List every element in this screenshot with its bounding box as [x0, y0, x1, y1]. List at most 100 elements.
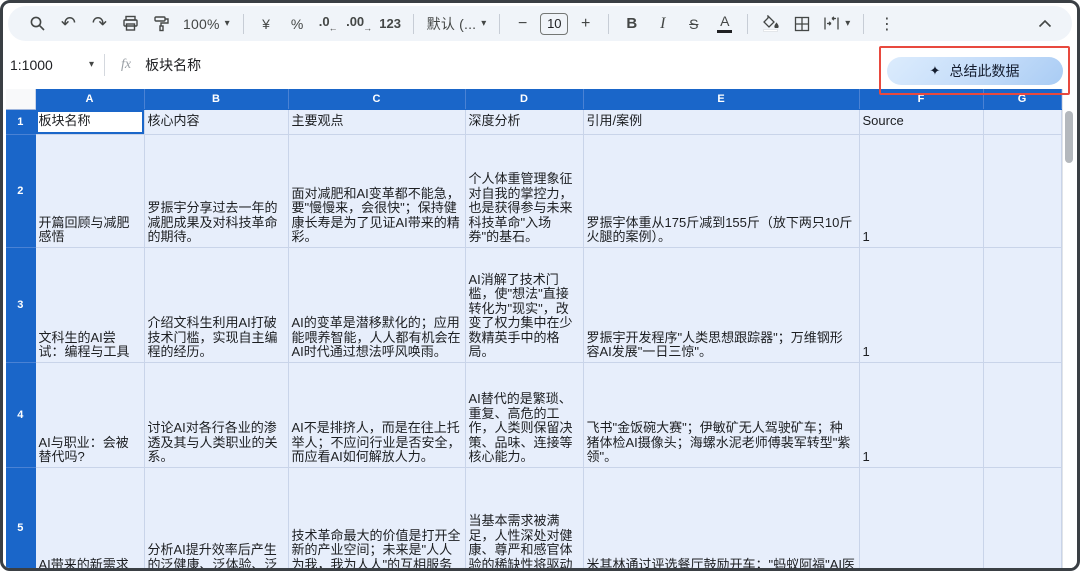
cell-e5[interactable]: 米其林通过评选餐厅鼓励开车；"蚂蚁阿福"AI医疗分身；牧民包虫病AI筛查项目。	[583, 467, 860, 568]
zoom-value: 100%	[183, 15, 220, 32]
more-options-icon[interactable]: ⋮	[873, 11, 900, 37]
cell-b1[interactable]: 核心内容	[144, 109, 289, 135]
summarize-data-button[interactable]: ✦ 总结此数据	[886, 56, 1063, 85]
cell-d3[interactable]: AI消解了技术门槛，使"想法"直接转化为"现实"，改变了权力集中在少数精英手中的…	[465, 247, 584, 363]
column-header-d[interactable]: D	[465, 89, 584, 110]
toolbar-divider	[242, 13, 244, 34]
column-header-e[interactable]: E	[583, 89, 860, 110]
row-header-3[interactable]: 3	[6, 247, 36, 363]
summarize-data-label: 总结此数据	[949, 62, 1020, 79]
name-box[interactable]: 1:1000 ▾	[6, 57, 102, 73]
font-size-input[interactable]: 10	[540, 12, 569, 35]
row-header-4[interactable]: 4	[6, 362, 36, 468]
toolbar-divider	[608, 13, 610, 34]
cell-b4[interactable]: 讨论AI对各行各业的渗透及其与人类职业的关系。	[144, 362, 289, 468]
cell-f4[interactable]: 1	[859, 362, 984, 468]
italic-button[interactable]: I	[649, 11, 676, 37]
table-row: 3 文科生的AI尝试：编程与工具 介绍文科生利用AI打破技术门槛，实现自主编程的…	[6, 247, 1062, 363]
left-arrow-icon: ←	[328, 23, 338, 33]
cell-c5[interactable]: 技术革命最大的价值是打开全新的产业空间；未来是"人人为我，我为人人"的互相服务社…	[288, 467, 466, 568]
formula-bar-divider	[104, 54, 105, 76]
column-header-a[interactable]: A	[35, 89, 145, 110]
vertical-scrollbar[interactable]	[1062, 89, 1074, 568]
decrease-font-size-button[interactable]: −	[509, 11, 536, 37]
cell-b5[interactable]: 分析AI提升效率后产生的泛健康、泛体验、泛学习等新产业空间。	[144, 467, 289, 568]
cell-e1[interactable]: 引用/案例	[583, 109, 860, 135]
sheet-grid: A B C D E F G 1 板块名称 核心内容 主要观点 深度分析 引用/案…	[6, 89, 1074, 568]
text-color-button[interactable]: A	[711, 11, 738, 37]
cell-d2[interactable]: 个人体重管理象征对自我的掌控力，也是获得参与未来科技革命"入场券"的基石。	[465, 134, 584, 248]
cell-f1[interactable]: Source	[859, 109, 984, 135]
collapse-toolbar-icon[interactable]	[1031, 11, 1058, 37]
row-header-2[interactable]: 2	[6, 134, 36, 248]
merge-cells-dropdown[interactable]: ▾	[819, 11, 854, 37]
zoom-dropdown[interactable]: 100% ▾	[179, 11, 234, 37]
row-header-5[interactable]: 5	[6, 467, 36, 568]
strikethrough-button[interactable]: S	[680, 11, 707, 37]
cell-a3[interactable]: 文科生的AI尝试：编程与工具	[35, 247, 145, 363]
select-all-corner[interactable]	[6, 89, 36, 110]
cell-e4[interactable]: 飞书"金饭碗大赛"；伊敏矿无人驾驶矿车；种猪体检AI摄像头；海螺水泥老师傅裴军转…	[583, 362, 860, 468]
table-row: 5 AI带来的新需求与未来机会 分析AI提升效率后产生的泛健康、泛体验、泛学习等…	[6, 467, 1062, 568]
cell-a5[interactable]: AI带来的新需求与未来机会	[35, 467, 145, 568]
increase-decimal-label: .00	[346, 14, 365, 29]
scrollbar-thumb[interactable]	[1065, 111, 1073, 163]
column-header-c[interactable]: C	[288, 89, 466, 110]
undo-icon[interactable]: ↶	[55, 11, 82, 37]
formula-input[interactable]: 板块名称	[145, 55, 201, 75]
cell-d4[interactable]: AI替代的是繁琐、重复、高危的工作，人类则保留决策、品味、连接等核心能力。	[465, 362, 584, 468]
font-family-dropdown[interactable]: 默认 (... ▾	[423, 11, 491, 37]
sparkle-icon: ✦	[929, 62, 941, 78]
borders-button[interactable]	[788, 11, 815, 37]
cell-e2[interactable]: 罗振宇体重从175斤减到155斤（放下两只10斤火腿的案例）。	[583, 134, 860, 248]
cell-c3[interactable]: AI的变革是潜移默化的；应用能喂养智能，人人都有机会在AI时代通过想法呼风唤雨。	[288, 247, 466, 363]
cell-d5[interactable]: 当基本需求被满足，人性深处对健康、尊严和感官体验的稀缺性将驱动新一轮经济爆发。	[465, 467, 584, 568]
text-color-swatch	[717, 30, 733, 33]
toolbar-divider	[412, 13, 414, 34]
number-format-button[interactable]: 123	[377, 11, 404, 37]
cell-a4[interactable]: AI与职业：会被替代吗?	[35, 362, 145, 468]
toolbar-divider	[863, 13, 865, 34]
cell-e3[interactable]: 罗振宇开发程序"人类思想跟踪器"；万维钢形容AI发展"一日三惊"。	[583, 247, 860, 363]
cell-a1[interactable]: 板块名称	[35, 109, 145, 135]
chevron-down-icon: ▾	[88, 59, 94, 70]
redo-icon[interactable]: ↷	[86, 11, 113, 37]
chevron-down-icon: ▾	[224, 17, 230, 29]
print-icon[interactable]	[117, 11, 144, 37]
toolbar: ↶ ↷ 100% ▾ ¥ % .0← .00→ 123 默认 (... ▾	[8, 6, 1072, 41]
toolbar-divider	[747, 13, 749, 34]
cell-c2[interactable]: 面对减肥和AI变革都不能急，要"慢慢来，会很快"；保持健康长寿是为了见证AI带来…	[288, 134, 466, 248]
cell-f5[interactable]: 1	[859, 467, 984, 568]
increase-font-size-button[interactable]: +	[572, 11, 599, 37]
cell-b3[interactable]: 介绍文科生利用AI打破技术门槛，实现自主编程的经历。	[144, 247, 289, 363]
currency-format-button[interactable]: ¥	[253, 11, 280, 37]
fill-color-swatch	[763, 29, 779, 32]
cell-g4[interactable]	[983, 362, 1062, 468]
increase-decimal-button[interactable]: .00 →	[346, 11, 373, 37]
cell-c4[interactable]: AI不是排挤人，而是在往上托举人；不应问行业是否安全，而应看AI如何解放人力。	[288, 362, 466, 468]
bold-button[interactable]: B	[618, 11, 645, 37]
column-header-b[interactable]: B	[144, 89, 289, 110]
cell-f2[interactable]: 1	[859, 134, 984, 248]
cell-a2[interactable]: 开篇回顾与减肥感悟	[35, 134, 145, 248]
cell-g1[interactable]	[983, 109, 1062, 135]
fill-color-button[interactable]	[757, 11, 784, 37]
percent-format-button[interactable]: %	[284, 11, 311, 37]
table-row: 2 开篇回顾与减肥感悟 罗振宇分享过去一年的减肥成果及对科技革命的期待。 面对减…	[6, 134, 1062, 248]
row-header-1[interactable]: 1	[6, 109, 36, 135]
cell-f3[interactable]: 1	[859, 247, 984, 363]
cell-g5[interactable]	[983, 467, 1062, 568]
search-icon[interactable]	[24, 11, 51, 37]
cell-g3[interactable]	[983, 247, 1062, 363]
cell-d1[interactable]: 深度分析	[465, 109, 584, 135]
font-family-value: 默认 (...	[426, 15, 477, 32]
function-icon: fx	[121, 57, 132, 72]
decrease-decimal-button[interactable]: .0 ←	[315, 11, 342, 37]
cell-g2[interactable]	[983, 134, 1062, 248]
chevron-down-icon: ▾	[481, 17, 487, 29]
cell-b2[interactable]: 罗振宇分享过去一年的减肥成果及对科技革命的期待。	[144, 134, 289, 248]
text-color-label: A	[720, 13, 730, 29]
table-row: 1 板块名称 核心内容 主要观点 深度分析 引用/案例 Source	[6, 109, 1062, 135]
paint-format-icon[interactable]	[148, 11, 175, 37]
cell-c1[interactable]: 主要观点	[288, 109, 466, 135]
